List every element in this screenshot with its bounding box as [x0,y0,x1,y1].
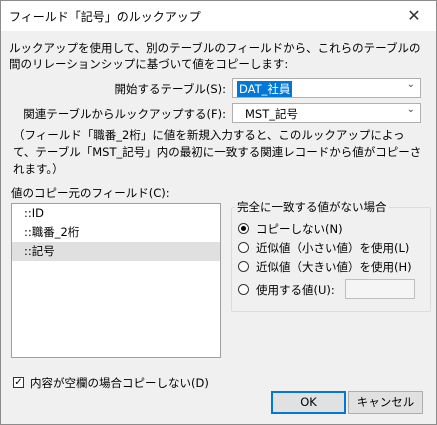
close-icon[interactable]: ✕ [392,1,436,31]
window-title: フィールド「記号」のルックアップ [9,10,201,24]
source-field-label: 値のコピー元のフィールド(C): [11,186,170,200]
lookup-table-label: 関連テーブルからルックアップする(F): [23,107,226,121]
start-table-select[interactable]: DAT_社員 ⌄ [232,78,421,98]
chevron-down-icon: ⌄ [406,79,415,90]
ok-button[interactable]: OK [271,391,346,414]
list-item[interactable]: ::ID [12,204,220,223]
radio-button[interactable] [238,223,249,234]
lookup-table-select[interactable]: MST_記号 ⌄ [232,103,421,123]
list-item[interactable]: ::記号 [12,242,220,261]
radio-button[interactable] [238,261,249,272]
lookup-table-value: MST_記号 [245,107,298,121]
radio-button[interactable] [238,284,249,295]
start-table-label: 開始するテーブル(S): [114,82,226,96]
source-field-list[interactable]: ::ID ::職番_2桁 ::記号 [11,203,221,358]
checkmark-icon[interactable]: ✓ [13,377,24,388]
start-table-value: DAT_社員 [237,81,293,97]
radio-button[interactable] [238,242,249,253]
description-text: ルックアップを使用して、別のテーブルのフィールドから、これらのテーブルの間のリレ… [9,41,421,71]
cancel-button[interactable]: キャンセル [348,391,423,414]
title-bar: フィールド「記号」のルックアップ ✕ [1,1,436,31]
lookup-dialog: フィールド「記号」のルックアップ ✕ ルックアップを使用して、別のテーブルのフィ… [0,0,437,425]
no-match-legend: 完全に一致する値がない場合 [235,199,389,215]
use-value-input[interactable] [345,279,415,299]
list-item[interactable]: ::職番_2桁 [12,223,220,242]
lookup-note: （フィールド「職番_2桁」に値を新規入力すると、このルックアップによって、テーブ… [13,128,422,176]
chevron-down-icon: ⌄ [406,104,415,115]
